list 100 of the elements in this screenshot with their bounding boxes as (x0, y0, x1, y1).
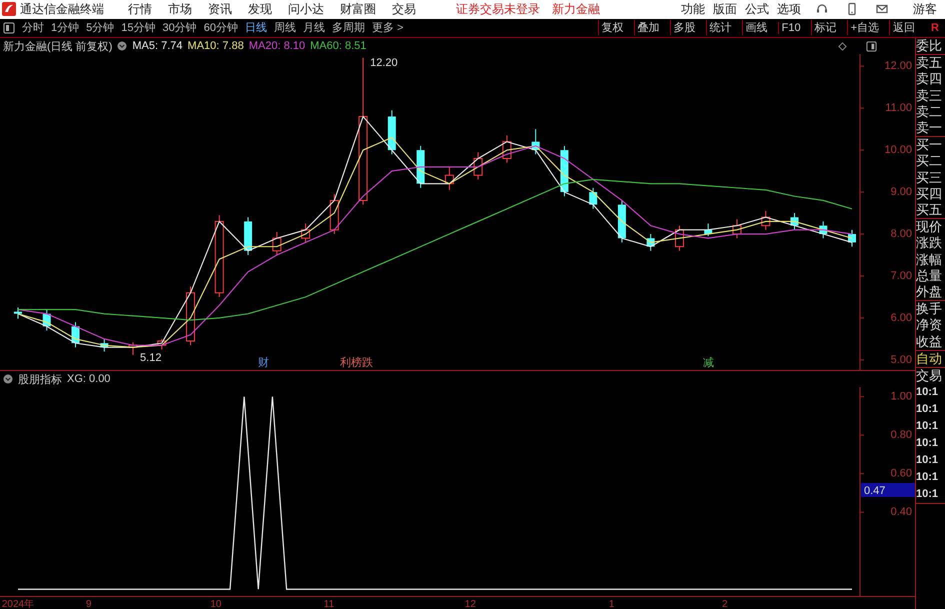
period-tab[interactable]: 15分钟 (121, 20, 156, 36)
toolbar-button[interactable]: 统计 (706, 20, 735, 36)
axis-label: 11.00 (885, 102, 912, 114)
axis-label: 0.60 (890, 468, 912, 480)
quote-label: 买二 (916, 153, 943, 170)
period-tab[interactable]: 分时 (22, 20, 44, 36)
quote-label: 卖三 (916, 88, 943, 104)
series-reading: : 7.74 (155, 40, 183, 52)
auto-toggle[interactable]: 自动 (916, 350, 945, 368)
quote-label: 现价 (916, 219, 943, 236)
menu-item[interactable]: 资讯 (208, 0, 232, 18)
trade-time: 10:1 (916, 453, 940, 468)
candlestick (330, 194, 339, 235)
candlestick (790, 212, 798, 230)
login-status-link[interactable]: 证券交易未登录 (456, 0, 540, 18)
trade-time: 10:1 (916, 419, 940, 434)
event-marker[interactable]: 利榜跌 (340, 357, 373, 369)
price-label: 12.20 (370, 56, 398, 69)
menu-item[interactable]: 财富圈 (340, 0, 376, 18)
candlestick (704, 223, 712, 237)
user-label[interactable]: 游客 (913, 0, 937, 18)
axis-label: 10.00 (884, 144, 912, 156)
candlestick (444, 166, 454, 190)
menu-item[interactable]: 公式 (745, 0, 769, 18)
quote-label: 交易 (916, 368, 943, 384)
menu-item[interactable]: 发现 (248, 0, 272, 18)
collapse-icon[interactable] (117, 41, 128, 51)
period-tab[interactable]: 多周期 (332, 20, 365, 36)
period-tab[interactable]: 1分钟 (51, 20, 80, 36)
toolbar-button[interactable]: F10 (778, 22, 804, 34)
candlestick (819, 220, 828, 239)
candlestick (848, 229, 856, 248)
corner-label: R (930, 22, 940, 34)
series-name: MA10 (188, 40, 216, 52)
period-tab[interactable]: 更多 > (372, 20, 404, 36)
menu-item[interactable]: 行情 (128, 0, 152, 18)
candlestick (674, 225, 684, 252)
candlestick (589, 187, 598, 210)
date-axis-label: 9 (86, 599, 92, 609)
candlestick (618, 200, 626, 243)
quote-label: 总量 (916, 268, 943, 284)
axis-label: 12.00 (884, 60, 912, 72)
toolbar-button[interactable]: 画线 (742, 20, 771, 36)
menu-item[interactable]: 市场 (168, 0, 192, 18)
stock-name: 新力金融 (552, 0, 600, 18)
candlestick (14, 306, 22, 320)
candlestick (244, 216, 252, 256)
diamond-icon[interactable] (838, 42, 847, 50)
candlestick (186, 286, 196, 346)
toolbar-button[interactable]: 标记 (810, 20, 840, 36)
app-name: 通达信金融终端 (20, 0, 104, 18)
quote-label: 买一 (916, 137, 943, 154)
trade-time: 10:1 (916, 402, 940, 418)
candlestick (72, 322, 80, 348)
toolbar-button[interactable]: +自选 (846, 20, 882, 36)
period-tab[interactable]: 周线 (274, 20, 296, 36)
panel-toggle-icon[interactable] (866, 40, 877, 52)
series-reading: : 8.51 (338, 40, 366, 52)
axis-label: 1.00 (890, 390, 912, 403)
axis-label: 5.00 (890, 354, 912, 366)
period-tab[interactable]: 60分钟 (204, 20, 238, 36)
series-name: MA60 (310, 40, 339, 52)
candlestick (100, 338, 108, 352)
collapse-icon[interactable] (3, 374, 13, 384)
menu-item[interactable]: 交易 (392, 0, 416, 18)
period-tab[interactable]: 30分钟 (162, 20, 197, 36)
toolbar-button[interactable]: 返回 (889, 20, 918, 36)
menu-item[interactable]: 问小达 (288, 0, 324, 18)
toolbar-button[interactable]: 多股 (670, 20, 699, 36)
trade-time: 10:1 (916, 487, 940, 502)
period-tab[interactable]: 月线 (303, 20, 325, 36)
quote-label: 卖四 (916, 71, 943, 88)
candlestick (388, 110, 396, 155)
date-axis-label: 1 (608, 599, 614, 609)
period-tab[interactable]: 日线 (245, 20, 267, 36)
axis-label: 7.00 (890, 270, 912, 282)
quote-label: 外盘 (916, 284, 943, 300)
menu-item[interactable]: 版面 (713, 0, 737, 18)
indicator-title: 股朋指标 (18, 372, 62, 386)
candlestick (42, 309, 51, 332)
candlestick (301, 223, 310, 243)
toolbar-button[interactable]: 叠加 (634, 20, 663, 36)
candlestick (646, 234, 655, 252)
trade-time: 10:1 (916, 385, 940, 400)
quote-label: 卖五 (916, 55, 943, 72)
menu-item[interactable]: 功能 (681, 0, 705, 18)
menu-item[interactable]: 选项 (777, 0, 801, 18)
panel-toggle-icon[interactable] (3, 22, 15, 34)
quote-label: 换手 (916, 301, 943, 318)
candlestick (157, 338, 166, 350)
period-tab[interactable]: 5分钟 (86, 20, 114, 36)
axis-label: 0.40 (890, 506, 912, 518)
quote-label: 涨幅 (916, 252, 943, 268)
event-marker[interactable]: 减 (703, 357, 714, 369)
toolbar-button[interactable]: 复权 (598, 20, 627, 36)
quote-label: 卖二 (916, 104, 943, 120)
event-marker[interactable]: 财 (258, 357, 269, 369)
candlestick (732, 218, 742, 239)
quote-label: 买四 (916, 186, 943, 202)
series-reading: : 8.10 (278, 40, 306, 52)
